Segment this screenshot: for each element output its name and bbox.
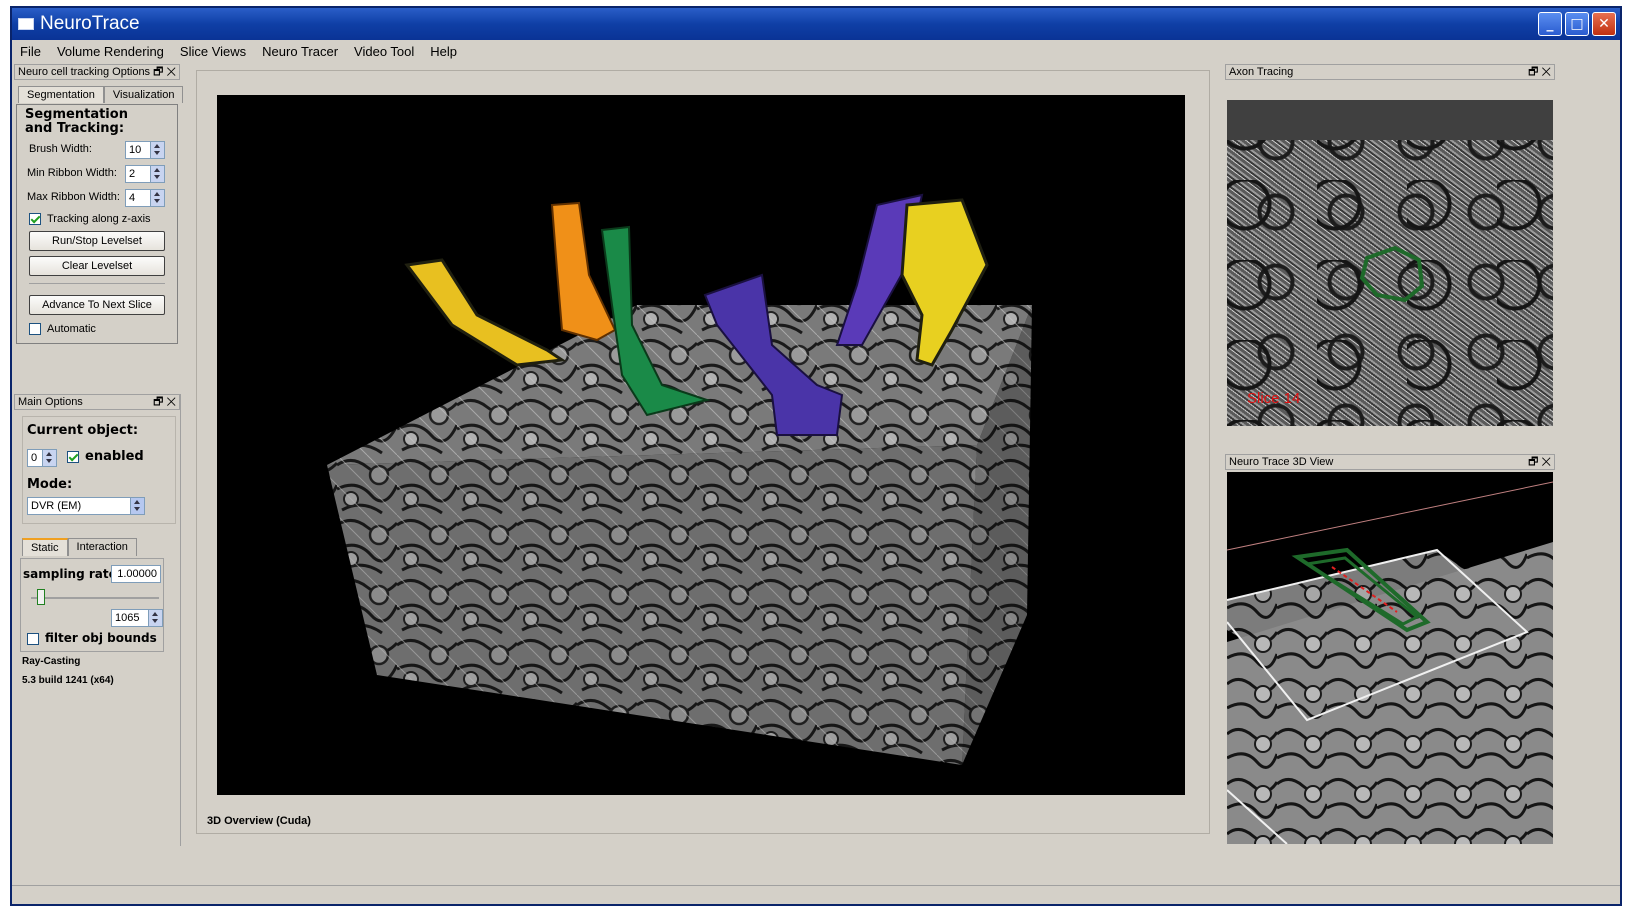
filter-obj-bounds-label: filter obj bounds bbox=[45, 631, 157, 645]
max-ribbon-label: Max Ribbon Width: bbox=[27, 191, 120, 203]
renderer-label: Ray-Casting bbox=[22, 656, 81, 667]
current-object-spinbox[interactable]: 0 bbox=[27, 449, 57, 467]
sampling-rate-label: sampling rate bbox=[23, 567, 117, 581]
trace3d-viewport[interactable] bbox=[1227, 472, 1553, 844]
volume-front-face bbox=[327, 445, 977, 765]
title-bar[interactable]: NeuroTrace _ □ ✕ bbox=[12, 8, 1620, 40]
menu-volume-rendering[interactable]: Volume Rendering bbox=[49, 44, 172, 59]
tracking-dock-title: Neuro cell tracking Options bbox=[18, 66, 151, 78]
center-view-frame: 3D Overview (Cuda) bbox=[196, 70, 1210, 834]
axon-tracing-title: Axon Tracing bbox=[1229, 66, 1294, 78]
dock-float-close-icon[interactable]: 🗗 ✕ bbox=[1528, 455, 1551, 470]
maximize-button[interactable]: □ bbox=[1565, 12, 1589, 36]
dock-float-close-icon[interactable]: 🗗 ✕ bbox=[153, 395, 176, 410]
build-label: 5.3 build 1241 (x64) bbox=[22, 675, 114, 686]
axon-tracing-viewport[interactable]: Slice 14 bbox=[1227, 100, 1553, 426]
menu-file[interactable]: File bbox=[12, 44, 49, 59]
menu-bar: File Volume Rendering Slice Views Neuro … bbox=[12, 40, 1620, 62]
axon-yellow-left bbox=[404, 258, 567, 367]
sampling-slider-handle[interactable] bbox=[37, 589, 45, 605]
mode-label: Mode: bbox=[27, 477, 73, 492]
brush-width-label: Brush Width: bbox=[29, 143, 92, 155]
chevron-down-icon bbox=[130, 498, 144, 514]
enabled-label: enabled bbox=[85, 449, 144, 464]
trace3d-dock: Neuro Trace 3D View 🗗 ✕ bbox=[1225, 454, 1555, 846]
min-ribbon-spinbox[interactable]: 2 bbox=[125, 165, 165, 183]
axon-outline-overlay bbox=[1359, 245, 1425, 303]
static-panel: sampling rate 1.00000 1065 filter obj bo… bbox=[20, 558, 164, 652]
min-ribbon-label: Min Ribbon Width: bbox=[27, 167, 117, 179]
mode-select-value: DVR (EM) bbox=[31, 500, 82, 512]
automatic-checkbox[interactable] bbox=[29, 323, 41, 335]
status-bar bbox=[12, 885, 1620, 904]
advance-next-slice-button[interactable]: Advance To Next Slice bbox=[29, 295, 165, 315]
menu-slice-views[interactable]: Slice Views bbox=[172, 44, 254, 59]
tracking-z-checkbox[interactable] bbox=[29, 213, 41, 225]
current-object-value: 0 bbox=[31, 452, 38, 464]
app-window: NeuroTrace _ □ ✕ File Volume Rendering S… bbox=[10, 6, 1622, 906]
enabled-checkbox[interactable] bbox=[67, 451, 79, 463]
menu-video-tool[interactable]: Video Tool bbox=[346, 44, 422, 59]
main-options-header: Main Options 🗗 ✕ bbox=[14, 394, 180, 410]
sampling-rate-value: 1.00000 bbox=[117, 568, 157, 580]
tab-visualization[interactable]: Visualization bbox=[103, 86, 184, 103]
main-options-title: Main Options bbox=[18, 396, 83, 408]
max-ribbon-value: 4 bbox=[129, 192, 136, 204]
tab-interaction[interactable]: Interaction bbox=[67, 538, 137, 556]
dock-float-close-icon[interactable]: 🗗 ✕ bbox=[153, 65, 176, 80]
sampling-slider-track[interactable] bbox=[31, 597, 159, 599]
tracking-z-label: Tracking along z-axis bbox=[47, 213, 151, 225]
trace3d-render bbox=[1227, 481, 1553, 844]
window-title: NeuroTrace bbox=[40, 13, 140, 34]
run-stop-levelset-button[interactable]: Run/Stop Levelset bbox=[29, 231, 165, 251]
section-title: Segmentation and Tracking: bbox=[25, 107, 128, 136]
automatic-label: Automatic bbox=[47, 323, 96, 335]
brush-width-spinbox[interactable]: 10 bbox=[125, 141, 165, 159]
current-object-label: Current object: bbox=[27, 423, 139, 438]
main-options-dock: Main Options 🗗 ✕ Current object: 0 enabl… bbox=[14, 394, 181, 846]
min-ribbon-value: 2 bbox=[129, 168, 136, 180]
filter-obj-bounds-checkbox[interactable] bbox=[27, 633, 39, 645]
brush-width-value: 10 bbox=[129, 144, 142, 156]
app-icon bbox=[18, 18, 34, 30]
minimize-button[interactable]: _ bbox=[1538, 12, 1562, 36]
trace3d-header: Neuro Trace 3D View 🗗 ✕ bbox=[1225, 454, 1555, 470]
sampling-rate-input[interactable]: 1.00000 bbox=[111, 565, 161, 583]
tab-static[interactable]: Static bbox=[22, 538, 68, 556]
tracking-dock-header: Neuro cell tracking Options 🗗 ✕ bbox=[14, 64, 180, 80]
axon-tracing-dock: Axon Tracing 🗗 ✕ Slice 14 bbox=[1225, 64, 1555, 434]
menu-neuro-tracer[interactable]: Neuro Tracer bbox=[254, 44, 346, 59]
max-ribbon-spinbox[interactable]: 4 bbox=[125, 189, 165, 207]
segmentation-panel: Segmentation and Tracking: Brush Width: … bbox=[16, 104, 178, 344]
axon-orange bbox=[550, 201, 617, 342]
slider-value-spinbox[interactable]: 1065 bbox=[111, 609, 163, 627]
clear-levelset-button[interactable]: Clear Levelset bbox=[29, 256, 165, 276]
dock-float-close-icon[interactable]: 🗗 ✕ bbox=[1528, 65, 1551, 80]
slice-label: Slice 14 bbox=[1247, 390, 1301, 407]
view-caption: 3D Overview (Cuda) bbox=[207, 815, 311, 827]
current-object-panel: Current object: 0 enabled Mode: DVR (EM) bbox=[22, 416, 176, 524]
trace3d-title: Neuro Trace 3D View bbox=[1229, 456, 1334, 468]
close-button[interactable]: ✕ bbox=[1592, 12, 1616, 36]
menu-help[interactable]: Help bbox=[422, 44, 465, 59]
tracking-dock: Neuro cell tracking Options 🗗 ✕ Segmenta… bbox=[14, 64, 184, 388]
volume-render bbox=[327, 193, 1032, 765]
mode-select[interactable]: DVR (EM) bbox=[27, 497, 145, 515]
tab-segmentation[interactable]: Segmentation bbox=[18, 86, 104, 103]
axon-tracing-header: Axon Tracing 🗗 ✕ bbox=[1225, 64, 1555, 80]
divider bbox=[29, 283, 165, 284]
slider-value: 1065 bbox=[115, 612, 140, 624]
3d-overview-viewport[interactable] bbox=[217, 95, 1185, 795]
